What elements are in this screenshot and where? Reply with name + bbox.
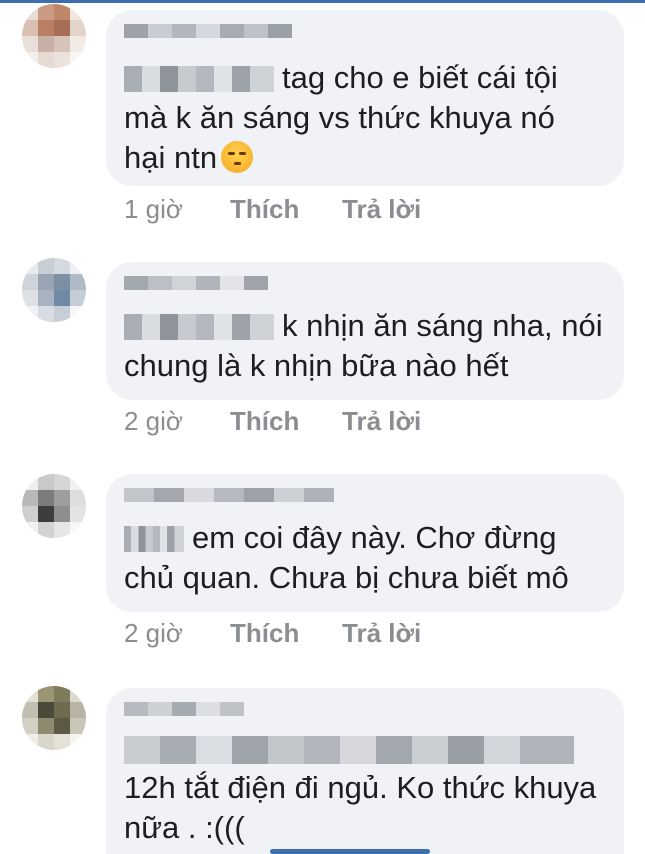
like-button[interactable]: Thích [230,406,342,437]
comment-time[interactable]: 2 giờ [124,406,230,437]
comment-actions: 1 giờ Thích Trả lời [124,194,421,225]
unamused-face-emoji [221,141,254,173]
comment-time[interactable]: 1 giờ [124,194,230,225]
avatar[interactable] [22,4,86,68]
reply-button[interactable]: Trả lời [342,618,421,649]
comment-bubble: em coi đây này. Chơ đừng chủ quan. Chưa … [106,474,624,612]
top-border [0,0,645,3]
reaction-bar-edge [270,849,430,854]
blurred-tag[interactable] [124,526,184,552]
comment-time[interactable]: 2 giờ [124,618,230,649]
comment-bubble: k nhịn ăn sáng nha, nói chung là k nhịn … [106,262,624,400]
comment-text: k nhịn ăn sáng nha, nói chung là k nhịn … [124,308,603,383]
reply-button[interactable]: Trả lời [342,406,421,437]
avatar[interactable] [22,258,86,322]
avatar[interactable] [22,686,86,750]
comment-actions: 2 giờ Thích Trả lời [124,406,421,437]
blurred-tag[interactable] [124,66,274,92]
comment-actions: 2 giờ Thích Trả lời [124,618,421,649]
blurred-tag[interactable] [124,736,574,764]
comment-text: 12h tắt điện đi ngủ. Ko thức khuya nữa .… [124,770,597,845]
blurred-username[interactable] [124,702,604,730]
comment-text: em coi đây này. Chơ đừng chủ quan. Chưa … [124,520,569,595]
comment-bubble: 12h tắt điện đi ngủ. Ko thức khuya nữa .… [106,688,624,854]
blurred-username[interactable] [124,276,604,304]
avatar[interactable] [22,474,86,538]
comment-text: tag cho e biết cái tội mà k ăn sáng vs t… [124,60,558,175]
like-button[interactable]: Thích [230,618,342,649]
blurred-username[interactable] [124,488,604,516]
blurred-tag[interactable] [124,314,274,340]
blurred-username[interactable] [124,24,604,52]
like-button[interactable]: Thích [230,194,342,225]
comment-bubble: tag cho e biết cái tội mà k ăn sáng vs t… [106,10,624,186]
reply-button[interactable]: Trả lời [342,194,421,225]
